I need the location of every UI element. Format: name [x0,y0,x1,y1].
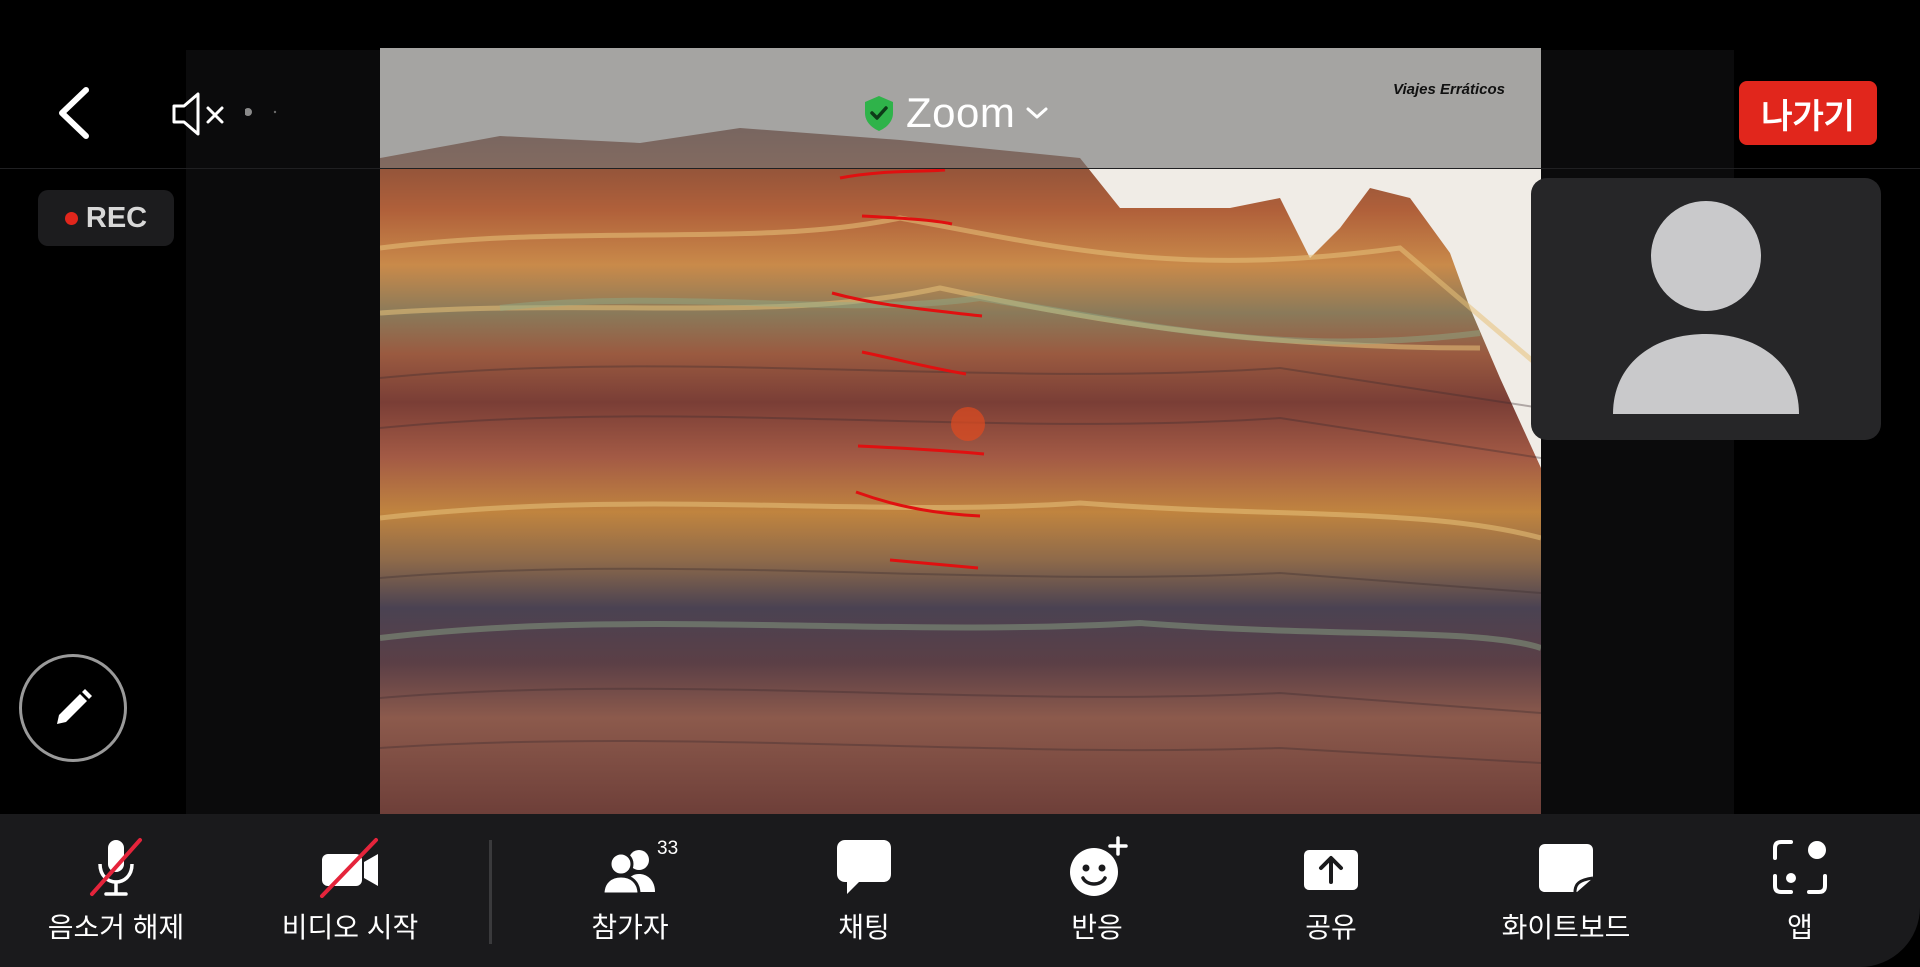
unmute-label: 음소거 해제 [47,912,185,943]
toolbar-separator [489,840,492,944]
meeting-title-dropdown[interactable]: Zoom [862,86,1049,140]
start-video-button[interactable]: 비디오 시작 [280,814,420,967]
chat-label: 채팅 [838,912,890,943]
whiteboard-button[interactable]: 화이트보드 [1496,814,1636,967]
reactions-label: 반응 [1071,912,1123,943]
share-upload-icon [1300,836,1362,898]
start-video-label: 비디오 시작 [281,912,419,943]
back-button[interactable] [52,86,98,140]
recording-badge: REC [38,190,174,246]
unmute-button[interactable]: 음소거 해제 [48,814,184,967]
microphone-muted-icon [86,836,146,898]
pencil-icon [57,689,92,724]
leave-button[interactable]: 나가기 [1739,81,1877,145]
apps-label: 앱 [1787,912,1813,943]
chat-bubble-icon [833,836,895,898]
share-label: 공유 [1305,912,1357,943]
camera-off-icon [318,836,382,898]
person-silhouette-icon [1613,201,1799,414]
chat-button[interactable]: 채팅 [814,814,914,967]
meeting-title: Zoom [906,89,1016,136]
participants-button[interactable]: 33 참가자 [580,814,680,967]
recording-dot [64,211,78,225]
apps-button[interactable]: 앱 [1750,814,1850,967]
self-video-thumbnail[interactable] [1531,178,1881,440]
speaker-toggle-button[interactable] [170,88,232,140]
chevron-left-icon [59,87,89,139]
annotate-button[interactable] [19,654,127,762]
participants-label: 참가자 [591,912,669,943]
pointer-dot [951,407,985,441]
top-bar-divider [0,168,1920,169]
participants-icon: 33 [599,836,678,898]
participant-count: 33 [657,838,679,859]
apps-icon [1769,836,1831,898]
top-bar [0,0,1920,168]
reactions-button[interactable]: 반응 [1047,814,1147,967]
speaker-muted-icon [172,92,224,136]
share-button[interactable]: 공유 [1281,814,1381,967]
audio-level-dots [245,108,277,116]
recording-label: REC [85,201,148,234]
meeting-toolbar: 음소거 해제 비디오 시작 33 참가자 채팅 반응 공유 화이트보드 앱 [0,814,1920,967]
whiteboard-label: 화이트보드 [1501,912,1631,943]
emoji-add-icon [1066,836,1128,898]
secure-shield-icon [865,96,893,131]
slide-watermark: Viajes Erráticos [1393,81,1506,98]
chevron-down-icon [1026,107,1048,119]
whiteboard-icon [1535,836,1597,898]
